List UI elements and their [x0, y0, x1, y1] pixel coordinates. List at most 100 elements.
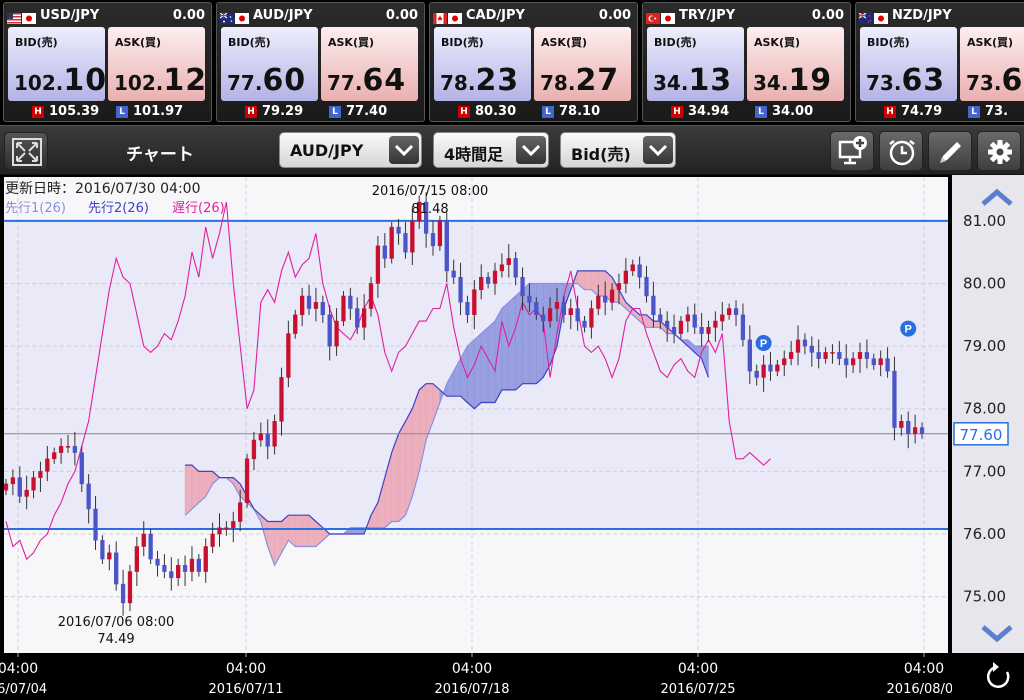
ask-button[interactable]: ASK(買) 102.12	[108, 27, 207, 101]
candle-body	[644, 276, 649, 297]
currency-flags	[433, 9, 462, 28]
candle-body	[334, 320, 339, 347]
add-indicator-button[interactable]	[830, 131, 874, 171]
candle-body	[906, 421, 911, 435]
quote-tile[interactable]: CAD/JPY 0.00 BID(売) 78.23 ASK(買) 78.27 H 80.30 L…	[429, 2, 638, 122]
candle-body	[79, 452, 84, 485]
quote-tile[interactable]: AUD/JPY 0.00 BID(売) 77.60 ASK(買) 77.64 H 79.29 L…	[216, 2, 425, 122]
day-high-value: 34.94	[688, 104, 730, 119]
ask-price-pips: 19	[788, 63, 833, 98]
x-tick-time: 04:00	[226, 661, 266, 677]
ask-button[interactable]: ASK(買) 77.64	[321, 27, 418, 101]
candle-body	[238, 502, 243, 522]
timer-button[interactable]	[879, 131, 923, 171]
day-low: L 78.10	[542, 104, 600, 119]
quote-tile[interactable]: TRY/JPY 0.00 BID(売) 34.13 ASK(買) 34.19 H 34.94 L…	[642, 2, 851, 122]
jp-flag-icon	[661, 9, 675, 28]
candle-body	[665, 320, 670, 328]
candle-body	[899, 421, 904, 428]
candle-body	[713, 320, 718, 328]
jp-flag-icon	[874, 9, 888, 28]
ask-price-pips: 6	[1001, 63, 1024, 98]
day-high: H 34.94	[671, 104, 729, 119]
cloud-segment	[494, 308, 503, 403]
current-price-value: 77.60	[960, 426, 1003, 444]
ask-button[interactable]: ASK(買) 73.6	[960, 27, 1024, 101]
settings-button[interactable]	[977, 131, 1021, 171]
fullscreen-button[interactable]	[4, 132, 48, 170]
bid-button[interactable]: BID(売) 102.10	[8, 27, 107, 101]
x-tick-date: 2016/07/25	[661, 682, 736, 697]
change-value: 0.00	[811, 8, 844, 23]
candle-body	[582, 320, 587, 328]
bid-label: BID(売)	[867, 36, 910, 49]
candle-body	[65, 446, 71, 448]
pair-select[interactable]: AUD/JPY	[279, 132, 422, 168]
us-flag-icon	[7, 9, 21, 28]
currency-flags	[219, 9, 249, 28]
fx-chart-app: { "quotes": [ {"pair": "USD/JPY", "chang…	[0, 0, 1024, 700]
bid-price-pips: 60	[262, 63, 307, 98]
bid-price: 102.10	[14, 63, 107, 98]
candle-body	[637, 264, 642, 278]
day-low: L 101.97	[116, 104, 183, 119]
day-low: L 73.	[968, 104, 1008, 119]
candle-body	[775, 364, 780, 372]
bid-price: 73.63	[866, 63, 945, 98]
high-value-label: 81.48	[411, 202, 448, 217]
candle-body	[479, 276, 484, 290]
day-high: H 74.79	[884, 104, 942, 119]
ask-price: 102.12	[114, 63, 207, 98]
candle-body	[244, 458, 250, 503]
candle-body	[258, 433, 263, 441]
bid-button[interactable]: BID(売) 78.23	[434, 27, 531, 101]
candle-body	[368, 283, 374, 309]
ask-button[interactable]: ASK(買) 78.27	[534, 27, 631, 101]
candle-body	[382, 245, 387, 259]
candle-body	[589, 308, 594, 328]
cloud-segment	[398, 421, 406, 523]
candle-body	[403, 233, 408, 253]
candle-body	[699, 327, 704, 334]
timeframe-select[interactable]: 4時間足	[433, 132, 549, 168]
candle-body	[568, 308, 573, 316]
bid-button[interactable]: BID(売) 77.60	[221, 27, 318, 101]
change-value: 0.00	[598, 8, 631, 23]
candle-body	[3, 483, 9, 491]
candle-body	[169, 571, 174, 579]
ask-price: 78.27	[540, 63, 619, 98]
change-value: 0.00	[385, 8, 418, 23]
candle-body	[279, 377, 284, 422]
quote-tile[interactable]: NZD/JPY BID(売) 73.63 ASK(買) 73.6 H 74.79 L 73.	[855, 2, 1024, 122]
high-badge: H	[671, 106, 683, 118]
x-tick-time: 04:00	[452, 661, 492, 677]
quote-tile[interactable]: USD/JPY 0.00 BID(売) 102.10 ASK(買) 102.12 H 105.…	[3, 2, 212, 122]
candle-body	[492, 270, 498, 284]
candle-body	[176, 565, 181, 579]
ask-price-pips: 64	[362, 63, 407, 98]
bid-button[interactable]: BID(売) 73.63	[860, 27, 957, 101]
candle-body	[313, 302, 319, 309]
price-chart[interactable]: P P 2016/07/15 08:00 81.48 2016/07/06 08:00 7…	[0, 175, 1024, 700]
ask-button[interactable]: ASK(買) 34.19	[747, 27, 844, 101]
currency-flags	[7, 9, 36, 28]
pair-select-value: AUD/JPY	[290, 141, 364, 160]
candle-body	[38, 471, 43, 478]
ask-label: ASK(買)	[115, 36, 162, 49]
y-tick-label: 75.00	[963, 588, 1006, 606]
high-badge: H	[245, 106, 257, 118]
candle-body	[114, 552, 119, 585]
chart-canvas[interactable]: P P 2016/07/15 08:00 81.48 2016/07/06 08:00 7…	[0, 175, 952, 700]
candle-body	[878, 358, 883, 366]
bid-price-pips: 23	[475, 63, 520, 98]
ask-price-major: 78.	[540, 71, 576, 95]
draw-button[interactable]	[928, 131, 972, 171]
candle-body	[809, 345, 814, 353]
price-type-select[interactable]: Bid(売)	[560, 132, 676, 168]
ca-flag-icon	[433, 9, 447, 28]
candle-body	[458, 276, 463, 303]
y-tick-label: 79.00	[963, 337, 1006, 355]
low-badge: L	[329, 106, 341, 118]
bid-button[interactable]: BID(売) 34.13	[647, 27, 744, 101]
candle-body	[93, 508, 98, 541]
